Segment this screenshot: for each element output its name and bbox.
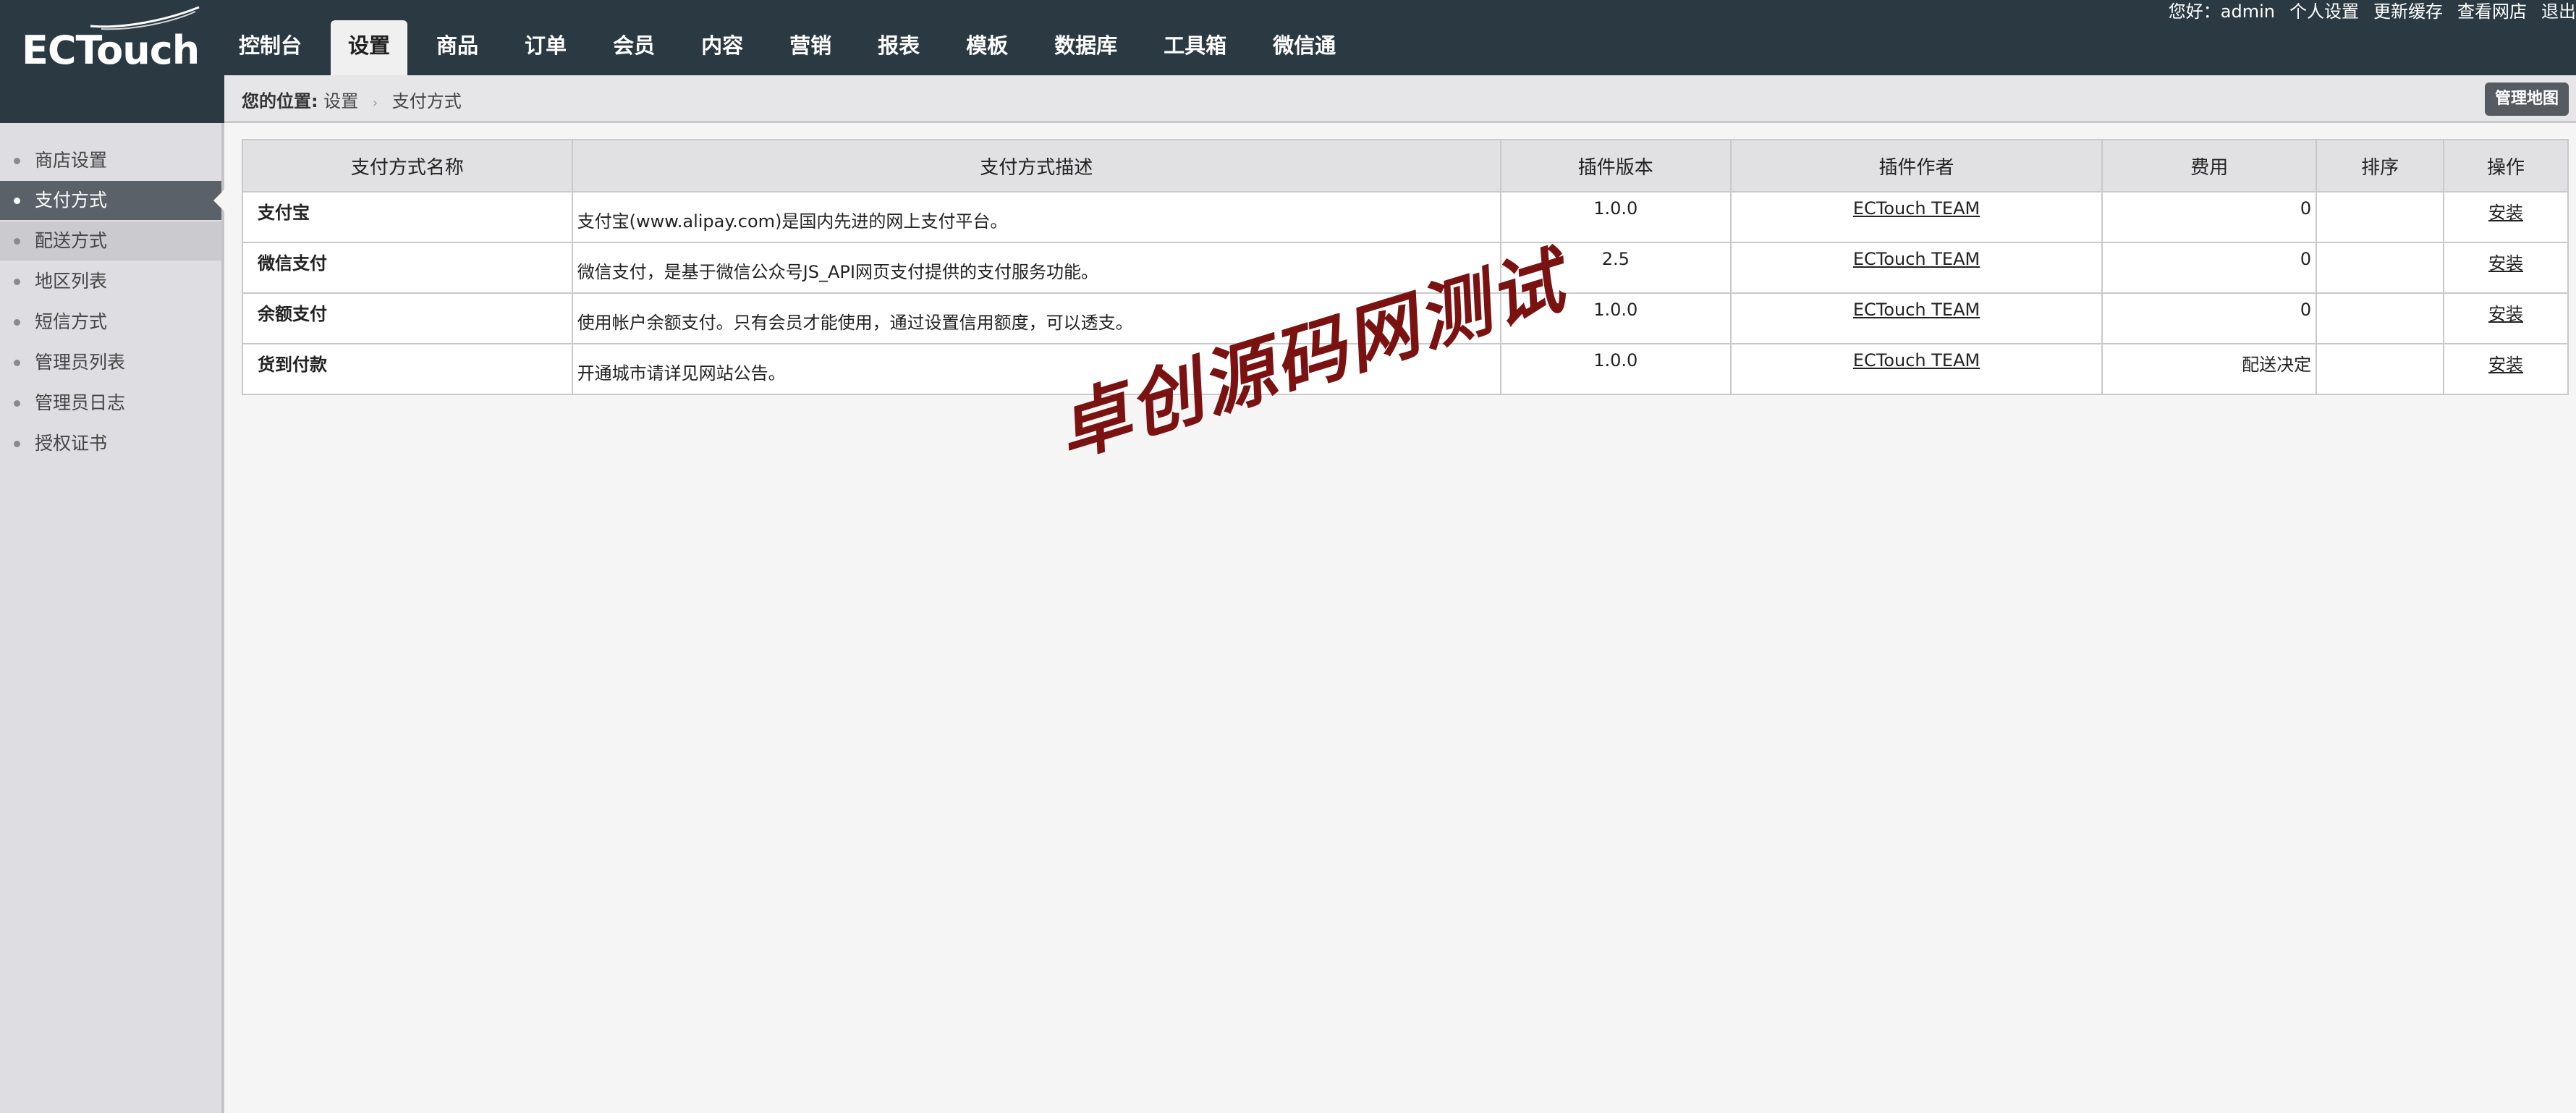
col-header-sort[interactable]: 排序 [2316,139,2445,192]
nav-goods[interactable]: 商品 [419,20,496,75]
plugin-author-link[interactable]: ECTouch TEAM [1853,300,1980,320]
bullet-icon [14,360,20,366]
nav-toolbox[interactable]: 工具箱 [1146,20,1244,75]
logo-swoosh-icon [90,6,200,30]
ectouch-logo[interactable]: ECTouch [22,27,203,74]
col-header-name: 支付方式名称 [242,139,573,192]
plugin-author-cell: ECTouch TEAM [1729,292,2103,344]
breadcrumb-level2: 支付方式 [391,91,462,111]
user-greeting: 您好：admin [2168,1,2275,22]
action-cell: 安装 [2443,242,2569,294]
top-header: ECTouch 控制台 设置 商品 订单 会员 内容 营销 报表 模板 数据库 … [0,0,2576,75]
plugin-version: 1.0.0 [1499,343,1732,395]
payment-sort [2316,343,2445,395]
bullet-icon [14,238,20,245]
sidebar-item-payment[interactable]: 支付方式 [0,181,224,220]
payment-fee: 0 [2101,242,2318,294]
nav-dashboard[interactable]: 控制台 [221,20,319,75]
action-cell: 安装 [2443,343,2569,395]
action-cell: 安装 [2443,191,2569,243]
plugin-author-link[interactable]: ECTouch TEAM [1853,249,1980,269]
user-links: 您好：admin 个人设置 更新缓存 查看网店 退出 [2154,0,2576,23]
bullet-icon [14,400,20,407]
plugin-author-link[interactable]: ECTouch TEAM [1853,198,1980,219]
col-header-author: 插件作者 [1729,139,2103,192]
sidebar-item-label: 支付方式 [35,190,108,211]
sidebar-item-regions[interactable]: 地区列表 [0,262,221,301]
breadcrumb: 您的位置: 设置 › 支付方式 [242,87,462,112]
breadcrumb-bar: 您的位置: 设置 › 支付方式 管理地图 [224,75,2576,123]
nav-wechat[interactable]: 微信通 [1255,20,1353,75]
bullet-icon [14,198,20,204]
sidebar-item-label: 短信方式 [35,311,108,332]
install-link[interactable]: 安装 [2488,355,2523,375]
plugin-author-cell: ECTouch TEAM [1729,242,2103,294]
payment-name: 支付宝 [242,191,573,243]
view-site-link[interactable]: 查看网店 [2457,0,2527,23]
payment-desc: 支付宝(www.alipay.com)是国内先进的网上支付平台。 [571,191,1501,243]
bullet-icon [14,441,20,447]
sidebar-item-label: 管理员日志 [35,392,126,413]
sidebar-item-sms[interactable]: 短信方式 [0,302,221,342]
sidebar: 商店设置 支付方式 配送方式 地区列表 短信方式 管理员列表 管理员日志 授权证… [0,75,224,1113]
action-cell: 安装 [2443,292,2569,344]
nav-marketing[interactable]: 营销 [772,20,849,75]
plugin-author-cell: ECTouch TEAM [1729,191,2103,243]
sidebar-item-admin-list[interactable]: 管理员列表 [0,343,221,382]
col-header-version: 插件版本 [1499,139,1732,192]
payment-sort [2316,191,2445,243]
sidebar-item-label: 地区列表 [35,271,108,292]
breadcrumb-level1[interactable]: 设置 [323,91,358,111]
col-header-fee: 费用 [2101,139,2318,192]
main-nav: 控制台 设置 商品 订单 会员 内容 营销 报表 模板 数据库 工具箱 微信通 [221,20,1365,75]
plugin-author-cell: ECTouch TEAM [1729,343,2103,395]
payment-name: 货到付款 [242,343,573,395]
bullet-icon [14,279,20,285]
breadcrumb-separator-icon: › [372,96,378,111]
nav-settings[interactable]: 设置 [331,20,408,75]
logo-text: ECTouch [22,27,200,73]
sidebar-item-admin-log[interactable]: 管理员日志 [0,384,221,423]
breadcrumb-label: 您的位置: [242,91,318,111]
table-header-row: 支付方式名称 支付方式描述 插件版本 插件作者 费用 排序 操作 [242,139,2569,192]
payment-sort [2316,292,2445,344]
install-link[interactable]: 安装 [2488,304,2523,324]
plugin-author-link[interactable]: ECTouch TEAM [1853,350,1980,371]
bullet-icon [14,158,20,164]
table-row: 支付宝 支付宝(www.alipay.com)是国内先进的网上支付平台。 1.0… [242,191,2569,243]
sidebar-item-label: 管理员列表 [35,352,126,373]
sidebar-item-label: 配送方式 [35,230,108,251]
sitemap-button[interactable]: 管理地图 [2484,82,2569,116]
payment-fee: 配送决定 [2101,343,2318,395]
profile-link[interactable]: 个人设置 [2289,0,2359,23]
sidebar-item-label: 商店设置 [35,150,108,171]
sidebar-item-shipping[interactable]: 配送方式 [0,221,221,261]
payment-fee: 0 [2101,292,2318,344]
clear-cache-link[interactable]: 更新缓存 [2373,0,2443,23]
nav-database[interactable]: 数据库 [1037,20,1135,75]
nav-orders[interactable]: 订单 [507,20,584,75]
sidebar-item-license[interactable]: 授权证书 [0,424,221,463]
sidebar-item-label: 授权证书 [35,433,108,454]
logout-link[interactable]: 退出 [2541,0,2576,23]
col-header-action: 操作 [2443,139,2569,192]
install-link[interactable]: 安装 [2488,253,2523,274]
nav-templates[interactable]: 模板 [949,20,1025,75]
install-link[interactable]: 安装 [2488,203,2523,223]
nav-reports[interactable]: 报表 [860,20,937,75]
col-header-desc: 支付方式描述 [571,139,1501,192]
payment-sort [2316,242,2445,294]
nav-content[interactable]: 内容 [684,20,760,75]
payment-fee: 0 [2101,191,2318,243]
nav-members[interactable]: 会员 [596,20,672,75]
payment-name: 微信支付 [242,242,573,294]
sidebar-item-shop-settings[interactable]: 商店设置 [0,141,221,180]
payment-name: 余额支付 [242,292,573,344]
sidebar-header [0,75,224,123]
bullet-icon [14,319,20,326]
